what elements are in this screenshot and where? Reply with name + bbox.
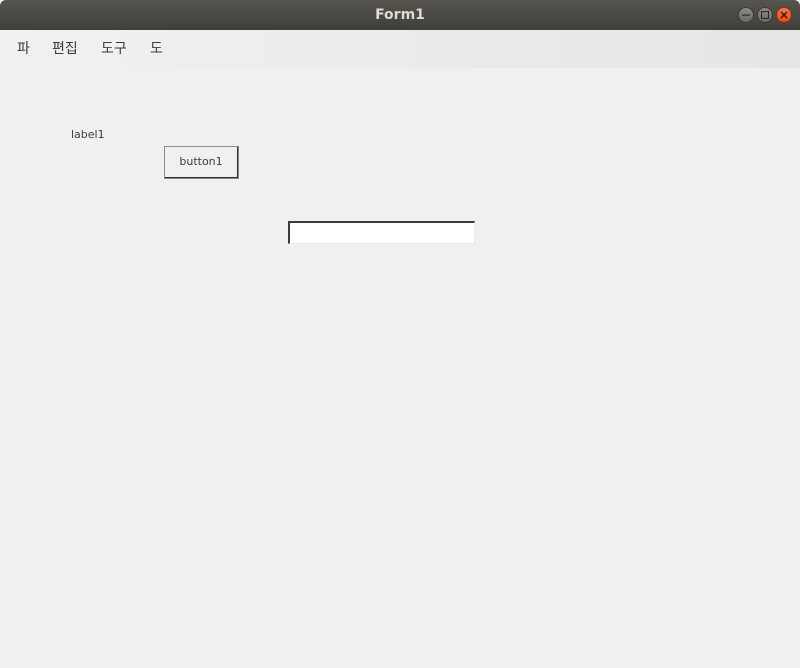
- app-window: Form1 파 편집 도구 도 label1 button1: [0, 0, 800, 668]
- menu-bar: 파 편집 도구 도: [0, 30, 800, 68]
- minimize-icon: [742, 14, 750, 16]
- menu-help[interactable]: 도: [150, 30, 163, 68]
- close-button[interactable]: [776, 7, 792, 23]
- button1[interactable]: button1: [164, 146, 239, 179]
- title-bar[interactable]: Form1: [0, 0, 800, 30]
- menu-tools[interactable]: 도구: [101, 30, 127, 68]
- minimize-button[interactable]: [738, 7, 754, 23]
- menu-file[interactable]: 파: [17, 30, 30, 68]
- textbox1[interactable]: [288, 221, 475, 244]
- form-content: label1 button1: [0, 68, 800, 668]
- window-title: Form1: [375, 7, 425, 23]
- label1: label1: [71, 128, 105, 141]
- menu-edit[interactable]: 편집: [52, 30, 78, 68]
- close-icon: [780, 11, 788, 19]
- maximize-button[interactable]: [757, 7, 773, 23]
- maximize-icon: [761, 11, 769, 19]
